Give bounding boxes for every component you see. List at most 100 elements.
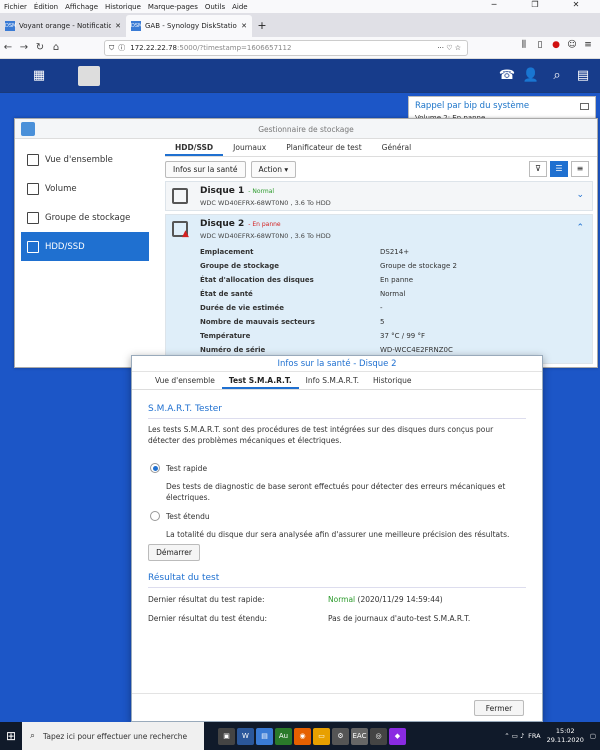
taskbar-search[interactable]: ⌕ Tapez ici pour effectuer une recherche xyxy=(22,722,204,750)
last-quick-label: Dernier résultat du test rapide: xyxy=(148,595,265,604)
extended-test-description: La totalité du disque dur sera analysée … xyxy=(166,530,510,539)
menu-history[interactable]: Historique xyxy=(105,3,141,11)
eac-icon[interactable]: EAC xyxy=(351,727,368,745)
start-button[interactable]: Démarrer xyxy=(148,544,200,561)
menu-file[interactable]: Fichier xyxy=(4,3,27,11)
explorer-icon[interactable]: ▭ xyxy=(313,727,330,745)
last-quick-date: (2020/11/29 14:59:44) xyxy=(357,595,443,604)
url-bar[interactable]: ⛉ ⓘ 172.22.22.78 :5000/?timestamp=160665… xyxy=(104,40,468,56)
settings-icon[interactable]: ⚙ xyxy=(332,727,349,745)
extended-test-label: Test étendu xyxy=(166,512,210,521)
chevron-down-icon[interactable]: ⌄ xyxy=(576,190,584,200)
main-menu-icon[interactable]: ▦ xyxy=(28,66,50,86)
property-row: Durée de vie estimée - xyxy=(200,304,383,312)
tab-logs[interactable]: Journaux xyxy=(223,139,276,156)
widgets-icon[interactable]: ▤ xyxy=(572,66,594,86)
reload-icon[interactable]: ↻ xyxy=(32,42,48,53)
minimize-icon[interactable]: ─ xyxy=(477,0,511,13)
section-test-result: Résultat du test xyxy=(148,573,220,583)
library-icon[interactable]: ⫼ xyxy=(516,40,532,50)
last-extended-result: Pas de journaux d'auto-test S.M.A.R.T. xyxy=(328,614,471,623)
new-tab-icon[interactable]: + xyxy=(252,15,272,37)
disk-status: - Normal xyxy=(248,188,275,195)
tab-general[interactable]: Général xyxy=(372,139,422,156)
property-row: Emplacement DS214+ xyxy=(200,248,410,256)
app-icon[interactable]: ◆ xyxy=(389,727,406,745)
tab-test-scheduler[interactable]: Planificateur de test xyxy=(276,139,371,156)
extension-icon[interactable]: ● xyxy=(548,40,564,50)
forward-icon[interactable]: → xyxy=(16,42,32,53)
last-quick-status: Normal xyxy=(328,595,356,604)
tab-hdd-ssd[interactable]: HDD/SSD xyxy=(165,139,224,156)
overview-icon xyxy=(27,153,39,166)
volume-icon xyxy=(27,182,39,195)
back-icon[interactable]: ← xyxy=(0,42,16,53)
property-row: Groupe de stockage Groupe de stockage 2 xyxy=(200,262,457,270)
firefox-icon[interactable]: ◉ xyxy=(294,727,311,745)
disk-status: - En panne xyxy=(248,221,281,228)
browser-tab-notification[interactable]: DSM Voyant orange - Notification ... ✕ xyxy=(0,15,126,37)
clock[interactable]: 15:02 29.11.2020 xyxy=(547,727,584,745)
home-icon[interactable]: ⌂ xyxy=(48,42,64,53)
tray-icons[interactable]: ⌃ ▭ ♪ xyxy=(504,732,524,740)
close-tab-icon[interactable]: ✕ xyxy=(241,22,247,30)
url-host: 172.22.22.78 xyxy=(130,44,178,52)
action-dropdown-button[interactable]: Action ▾ xyxy=(250,160,297,178)
close-window-icon[interactable]: ✕ xyxy=(559,0,593,13)
app-icon[interactable]: ◎ xyxy=(370,727,387,745)
chevron-up-icon[interactable]: ⌃ xyxy=(576,223,584,233)
tab-smart-test[interactable]: Test S.M.A.R.T. xyxy=(221,372,299,389)
quick-test-radio[interactable] xyxy=(150,463,160,473)
compact-view-icon[interactable]: ≡ xyxy=(571,161,589,177)
audition-icon[interactable]: Au xyxy=(275,727,292,745)
notification-close-icon[interactable] xyxy=(580,103,589,110)
search-icon[interactable]: ⌕ xyxy=(546,66,568,86)
disk-row-2[interactable]: ▲ Disque 2- En panne WDC WD40EFRX-68WT0N… xyxy=(165,214,593,364)
menu-help[interactable]: Aide xyxy=(232,3,247,11)
extended-test-radio[interactable] xyxy=(150,511,160,521)
menu-bookmarks[interactable]: Marque-pages xyxy=(148,3,198,11)
page-actions-icon[interactable]: ··· ♡ ☆ xyxy=(437,44,461,52)
sidebar-item-volume[interactable]: Volume xyxy=(15,174,155,203)
storage-pool-icon xyxy=(27,211,39,224)
section-smart-tester: S.M.A.R.T. Tester xyxy=(148,404,222,414)
close-tab-icon[interactable]: ✕ xyxy=(115,22,121,30)
menu-view[interactable]: Affichage xyxy=(65,3,98,11)
list-view-icon[interactable]: ☰ xyxy=(550,161,568,177)
menu-tools[interactable]: Outils xyxy=(205,3,225,11)
notifications-icon[interactable]: ☎ xyxy=(496,66,518,86)
windows-start-icon[interactable]: ⊞ xyxy=(0,729,22,743)
health-info-button[interactable]: Infos sur la santé xyxy=(165,160,246,178)
account-icon[interactable]: ☺ xyxy=(564,40,580,50)
windows-taskbar: ⊞ ⌕ Tapez ici pour effectuer une recherc… xyxy=(0,722,600,750)
clock-time: 15:02 xyxy=(555,727,575,735)
tab-smart-info[interactable]: Info S.M.A.R.T. xyxy=(299,372,366,389)
language-indicator[interactable]: FRA xyxy=(528,732,540,740)
disk-name: Disque 2- En panne xyxy=(200,219,281,229)
sidebar-item-storage-pool[interactable]: Groupe de stockage xyxy=(15,203,155,232)
browser-tab-diskstation[interactable]: DSM GAB - Synology DiskStation ✕ xyxy=(126,15,252,37)
sidebar-item-overview[interactable]: Vue d'ensemble xyxy=(15,145,155,174)
notification-center-icon[interactable]: ▢ xyxy=(590,732,596,740)
sidebar-item-hdd-ssd[interactable]: HDD/SSD xyxy=(21,232,149,261)
sidebar-icon[interactable]: ▯ xyxy=(532,40,548,50)
user-icon[interactable]: 👤 xyxy=(520,66,542,86)
menu-edit[interactable]: Édition xyxy=(34,3,58,11)
storage-manager-app-icon[interactable] xyxy=(78,66,100,86)
clock-date: 29.11.2020 xyxy=(546,736,584,744)
tab-history[interactable]: Historique xyxy=(366,372,418,389)
property-row: Température 37 °C / 99 °F xyxy=(200,332,425,340)
task-view-icon[interactable]: ▣ xyxy=(218,727,235,745)
disk-row-1[interactable]: Disque 1- Normal WDC WD40EFRX-68WT0N0 , … xyxy=(165,181,593,211)
close-button[interactable]: Fermer xyxy=(474,700,524,716)
url-path: :5000/?timestamp=1606657112 xyxy=(177,44,292,52)
tab-overview[interactable]: Vue d'ensemble xyxy=(148,372,222,389)
app-icon[interactable]: ▤ xyxy=(256,727,273,745)
filter-icon[interactable]: ⊽ xyxy=(529,161,547,177)
restore-icon[interactable]: ❐ xyxy=(518,0,552,13)
main-panel: HDD/SSD Journaux Planificateur de test G… xyxy=(165,139,597,367)
property-row: Nombre de mauvais secteurs 5 xyxy=(200,318,385,326)
health-info-dialog: Infos sur la santé - Disque 2 Vue d'ense… xyxy=(131,355,543,722)
word-icon[interactable]: W xyxy=(237,727,254,745)
hamburger-menu-icon[interactable]: ≡ xyxy=(580,40,596,50)
